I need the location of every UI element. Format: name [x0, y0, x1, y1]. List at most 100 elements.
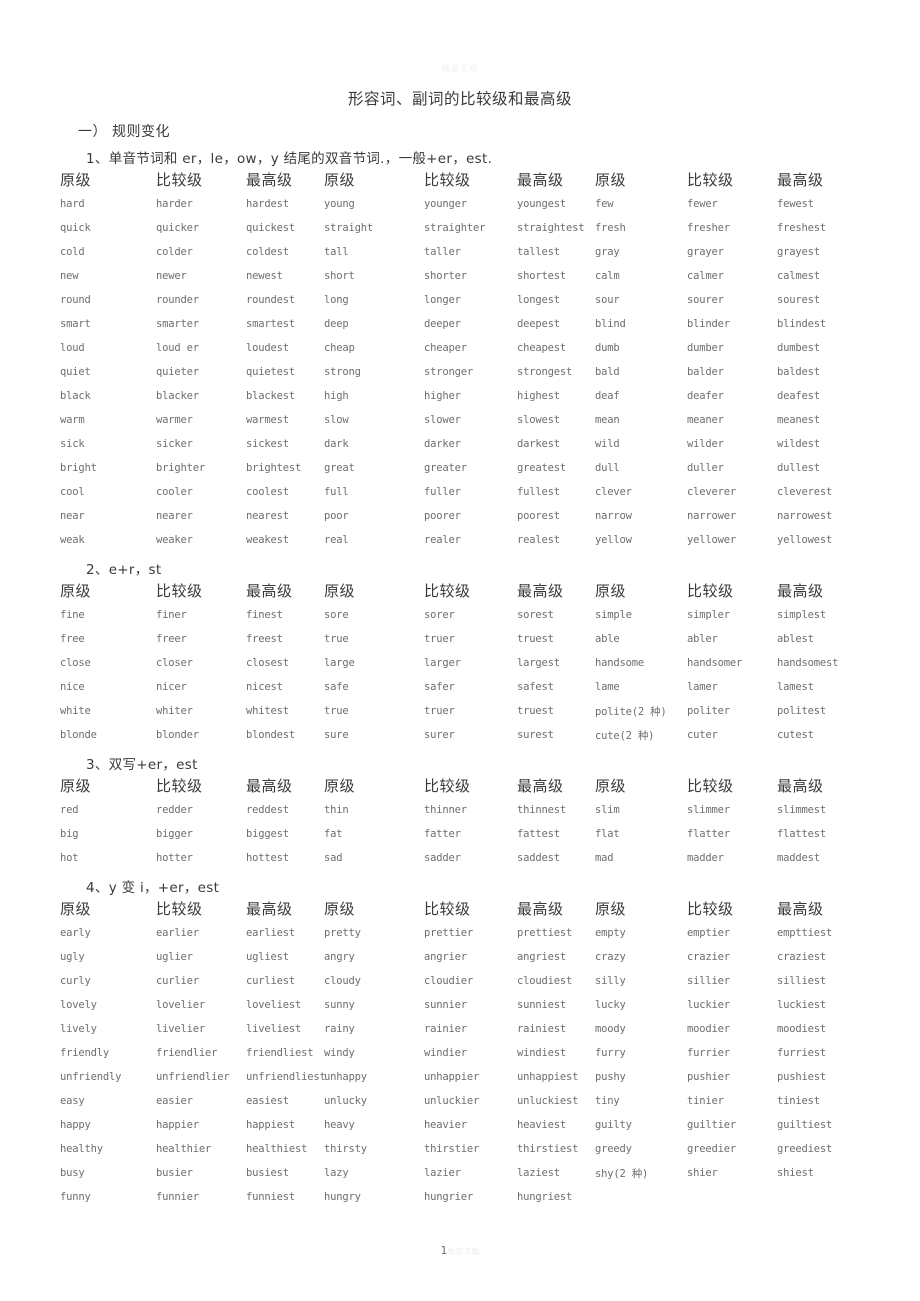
column-header: 比较级: [687, 582, 734, 600]
word-cell: coolest: [246, 486, 289, 498]
word-cell: darker: [424, 438, 461, 450]
section-heading-section-1: 1、单音节词和 er，le，ow，y 结尾的双音节词.，一般+er，est.: [86, 151, 493, 167]
word-cell: tallest: [517, 246, 560, 258]
column-header: 比较级: [687, 900, 734, 918]
word-cell: short: [324, 270, 355, 282]
word-cell: unfriendlier: [156, 1071, 230, 1083]
column-header: 最高级: [517, 900, 564, 918]
word-cell: quieter: [156, 366, 199, 378]
table-header-row: 原级 比较级 最高级 原级 比较级 最高级 原级 比较级 最高级: [60, 774, 860, 798]
word-cell: bald: [595, 366, 620, 378]
column-header: 最高级: [246, 582, 293, 600]
word-cell: youngest: [517, 198, 566, 210]
table-row: sick sicker sickest dark darker darkest wild wi…: [60, 432, 860, 456]
table-row: lively livelier liveliest rainy rainier raini…: [60, 1017, 860, 1041]
table-row: near nearer nearest poor poorer poorest narrow…: [60, 504, 860, 528]
word-cell: sad: [324, 852, 343, 864]
word-cell: sourest: [777, 294, 820, 306]
table-row: cool cooler coolest full fuller fullest clever…: [60, 480, 860, 504]
word-cell: lovelier: [156, 999, 205, 1011]
word-cell: quick: [60, 222, 91, 234]
column-header: 比较级: [156, 171, 203, 189]
word-cell: simplest: [777, 609, 826, 621]
column-header: 比较级: [156, 900, 203, 918]
word-cell: great: [324, 462, 355, 474]
table-row: warm warmer warmest slow slower slowest mean me…: [60, 408, 860, 432]
word-cell: maddest: [777, 852, 820, 864]
bottom-watermark: 欢迎下载: [447, 1247, 480, 1256]
word-cell: unfriendly: [60, 1071, 122, 1083]
word-cell: unlucky: [324, 1095, 367, 1107]
word-cell: curly: [60, 975, 91, 987]
table-row: unfriendly unfriendlier unfriendliest unhap…: [60, 1065, 860, 1089]
word-cell: warmer: [156, 414, 193, 426]
word-cell: stronger: [424, 366, 473, 378]
word-cell: loud: [60, 342, 85, 354]
word-cell: slow: [324, 414, 349, 426]
word-cell: free: [60, 633, 85, 645]
word-cell: taller: [424, 246, 461, 258]
word-cell: furry: [595, 1047, 626, 1059]
section-heading-section-3: 3、双写+er，est: [86, 757, 198, 773]
word-cell: rainiest: [517, 1023, 566, 1035]
word-cell: unhappiest: [517, 1071, 579, 1083]
word-cell: polite(2 种): [595, 705, 667, 718]
column-header: 最高级: [246, 171, 293, 189]
word-cell: dumbest: [777, 342, 820, 354]
word-cell: dumb: [595, 342, 620, 354]
word-cell: lamer: [687, 681, 718, 693]
word-cell: calmer: [687, 270, 724, 282]
word-cell: mad: [595, 852, 614, 864]
word-cell: yellowest: [777, 534, 833, 546]
column-header: 原级: [595, 582, 627, 600]
word-cell: saddest: [517, 852, 560, 864]
table-header-row: 原级 比较级 最高级 原级 比较级 最高级 原级 比较级 最高级: [60, 579, 860, 603]
word-cell: lively: [60, 1023, 97, 1035]
table-row: healthy healthier healthiest thirsty thirsti…: [60, 1137, 860, 1161]
word-cell: shy(2 种): [595, 1167, 649, 1180]
word-cell: lazier: [424, 1167, 461, 1179]
word-cell: hungriest: [517, 1191, 573, 1203]
word-cell: biggest: [246, 828, 289, 840]
word-cell: dull: [595, 462, 620, 474]
word-cell: balder: [687, 366, 724, 378]
word-cell: colder: [156, 246, 193, 258]
word-cell: truest: [517, 633, 554, 645]
word-cell: wildest: [777, 438, 820, 450]
word-cell: finest: [246, 609, 283, 621]
word-cell: healthiest: [246, 1143, 308, 1155]
word-cell: thirstiest: [517, 1143, 579, 1155]
word-cell: sorest: [517, 609, 554, 621]
word-cell: ugly: [60, 951, 85, 963]
column-header: 比较级: [424, 900, 471, 918]
word-cell: new: [60, 270, 79, 282]
word-table-section-1: 原级 比较级 最高级 原级 比较级 最高级 原级 比较级 最高级 hard harder hardes…: [60, 168, 860, 552]
word-cell: angrier: [424, 951, 467, 963]
word-cell: hot: [60, 852, 79, 864]
word-cell: angriest: [517, 951, 566, 963]
word-cell: real: [324, 534, 349, 546]
word-cell: sure: [324, 729, 349, 741]
word-cell: wild: [595, 438, 620, 450]
word-cell: truest: [517, 705, 554, 717]
word-cell: handsome: [595, 657, 644, 669]
word-cell: hotter: [156, 852, 193, 864]
word-cell: guiltiest: [777, 1119, 833, 1131]
word-cell: high: [324, 390, 349, 402]
word-cell: sorer: [424, 609, 455, 621]
word-cell: handsomest: [777, 657, 839, 669]
word-cell: [777, 1185, 860, 1209]
column-header: 比较级: [424, 171, 471, 189]
word-cell: healthier: [156, 1143, 212, 1155]
word-cell: yellow: [595, 534, 632, 546]
word-cell: rounder: [156, 294, 199, 306]
word-cell: cloudy: [324, 975, 361, 987]
word-cell: cute(2 种): [595, 729, 655, 742]
word-cell: true: [324, 705, 349, 717]
top-watermark: 精品文档: [442, 64, 478, 73]
sections-container: 1、单音节词和 er，le，ow，y 结尾的双音节词.，一般+er，est. 原级…: [60, 147, 860, 1209]
word-cell: quiet: [60, 366, 91, 378]
word-cell: politest: [777, 705, 826, 717]
word-cell: smart: [60, 318, 91, 330]
word-cell: highest: [517, 390, 560, 402]
